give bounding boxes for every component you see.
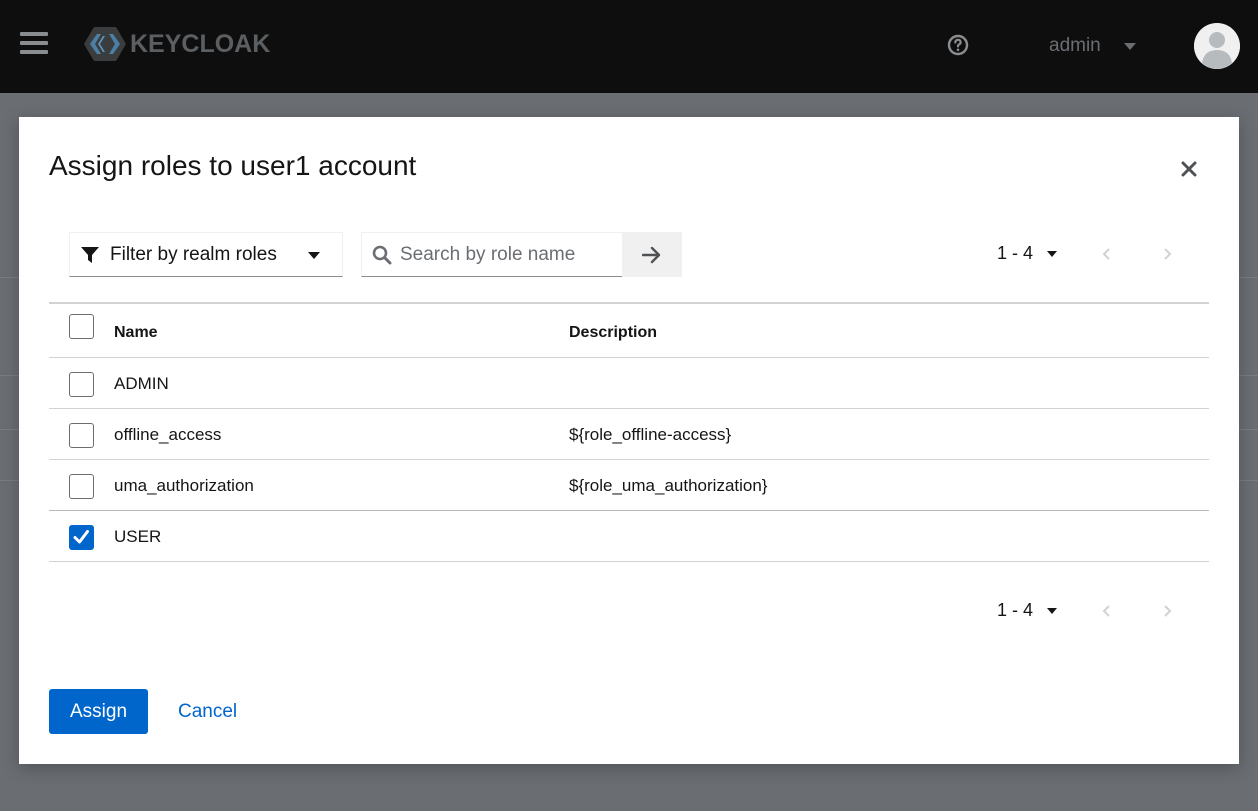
search-field[interactable] (361, 232, 623, 277)
pagination-range: 1 - 4 (997, 600, 1034, 620)
pagination-top: 1 - 4 (997, 243, 1177, 264)
chevron-left-icon (1102, 247, 1110, 260)
username: admin (1049, 35, 1101, 56)
select-all-checkbox[interactable] (69, 314, 94, 339)
column-header-description: Description (569, 324, 658, 341)
role-name: uma_authorization (114, 476, 254, 495)
role-name: ADMIN (114, 374, 169, 393)
next-page-button[interactable] (1157, 601, 1177, 621)
keycloak-logo-icon (84, 27, 126, 61)
brand-name: KEYCLOAK (130, 29, 271, 58)
role-name: offline_access (114, 425, 222, 444)
role-description: ${role_offline-access} (569, 425, 732, 444)
checkmark-icon (73, 530, 89, 544)
roles-table: Name Description ADMIN offline_access ${… (49, 302, 1209, 562)
close-button[interactable] (1178, 158, 1200, 180)
table-row: USER (49, 511, 1209, 562)
filter-label: Filter by realm roles (110, 243, 277, 265)
chevron-right-icon (1164, 247, 1172, 260)
chevron-left-icon (1102, 604, 1110, 617)
user-menu-toggle[interactable]: admin (1049, 33, 1136, 59)
pagination-range-toggle[interactable]: 1 - 4 (997, 243, 1058, 264)
filter-icon (81, 246, 99, 263)
close-icon (1181, 161, 1197, 177)
search-input[interactable] (400, 243, 610, 266)
pagination-range: 1 - 4 (997, 243, 1034, 263)
search-icon (372, 245, 392, 264)
row-checkbox[interactable] (69, 423, 94, 448)
help-circle-icon[interactable] (946, 33, 970, 57)
arrow-right-icon (642, 246, 661, 263)
modal-title: Assign roles to user1 account (49, 150, 417, 181)
assign-button[interactable]: Assign (49, 689, 148, 734)
table-row: uma_authorization ${role_uma_authorizati… (49, 460, 1209, 511)
masthead: KEYCLOAK admin (0, 0, 1258, 93)
prev-page-button[interactable] (1097, 244, 1117, 264)
brand-logo[interactable]: KEYCLOAK (84, 24, 270, 64)
row-checkbox[interactable] (69, 525, 94, 550)
avatar-icon (1194, 23, 1240, 69)
avatar[interactable] (1194, 23, 1240, 69)
caret-down-icon (1047, 607, 1058, 614)
cancel-button[interactable]: Cancel (178, 689, 237, 734)
caret-down-icon (308, 252, 320, 259)
table-row: offline_access ${role_offline-access} (49, 409, 1209, 460)
caret-down-icon (1047, 250, 1058, 257)
caret-down-icon (1123, 42, 1136, 50)
row-checkbox[interactable] (69, 474, 94, 499)
next-page-button[interactable] (1157, 244, 1177, 264)
table-row: ADMIN (49, 358, 1209, 409)
hamburger-icon[interactable] (20, 32, 48, 58)
role-description: ${role_uma_authorization} (569, 476, 768, 495)
role-name: USER (114, 527, 162, 546)
pagination-bottom: 1 - 4 (997, 600, 1177, 621)
column-header-name: Name (114, 324, 158, 341)
assign-roles-modal: Assign roles to user1 account Filter by … (19, 117, 1239, 764)
filter-dropdown[interactable]: Filter by realm roles (69, 232, 343, 277)
table-header-row: Name Description (49, 302, 1209, 358)
chevron-right-icon (1164, 604, 1172, 617)
search-submit-button[interactable] (622, 232, 682, 277)
row-checkbox[interactable] (69, 372, 94, 397)
prev-page-button[interactable] (1097, 601, 1117, 621)
pagination-range-toggle[interactable]: 1 - 4 (997, 600, 1058, 621)
